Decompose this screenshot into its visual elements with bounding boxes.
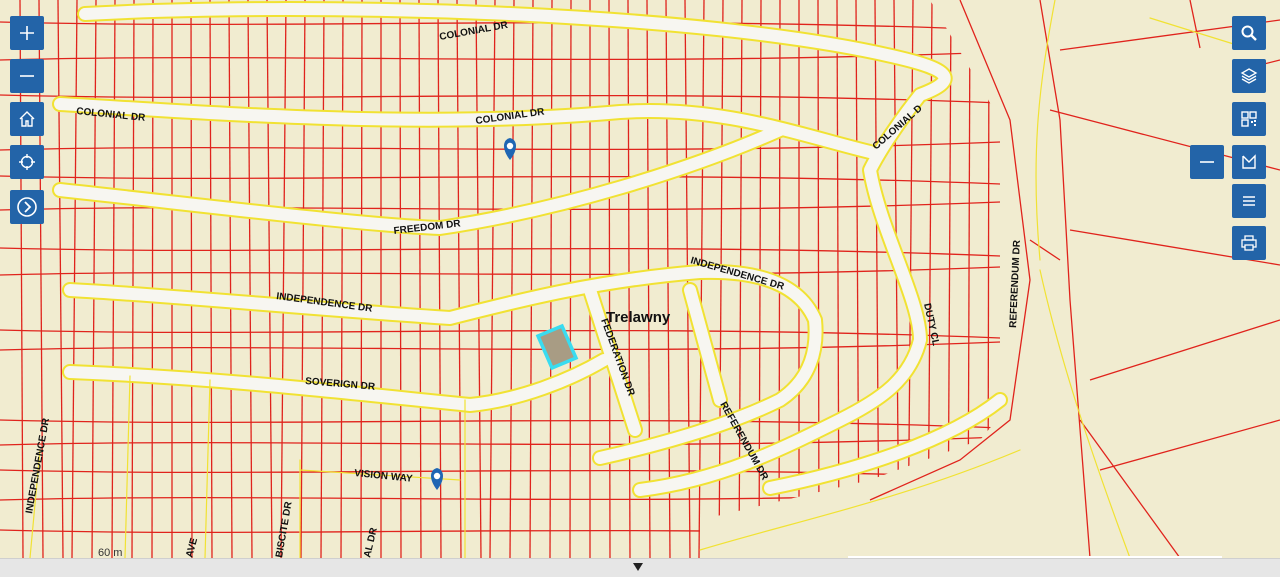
print-button[interactable] [1232,226,1266,260]
search-button[interactable] [1232,16,1266,50]
measure-icon [1242,154,1256,169]
home-icon [19,111,35,127]
legend-button[interactable] [1232,184,1266,218]
chevron-right-icon [17,197,37,217]
qr-button[interactable] [1232,102,1266,136]
qr-icon [1241,111,1257,127]
locate-button[interactable] [10,145,44,179]
home-button[interactable] [10,102,44,136]
place-label: Trelawny [606,309,671,326]
print-icon [1241,235,1257,251]
parcel-map[interactable]: COLONIAL DR COLONIAL DR COLONIAL DR COLO… [0,0,1280,558]
collapse-button[interactable] [1190,145,1224,179]
plus-icon [20,26,34,40]
expand-button[interactable] [10,190,44,224]
layers-button[interactable] [1232,59,1266,93]
search-icon [1241,25,1257,41]
minus-icon [20,75,34,77]
list-icon [1243,196,1255,206]
zoom-in-button[interactable] [10,16,44,50]
zoom-out-button[interactable] [10,59,44,93]
minus-icon [1200,161,1214,163]
layers-icon [1240,68,1258,84]
measure-button[interactable] [1232,145,1266,179]
crosshair-icon [19,154,35,170]
panel-toggle-icon[interactable] [632,562,644,572]
